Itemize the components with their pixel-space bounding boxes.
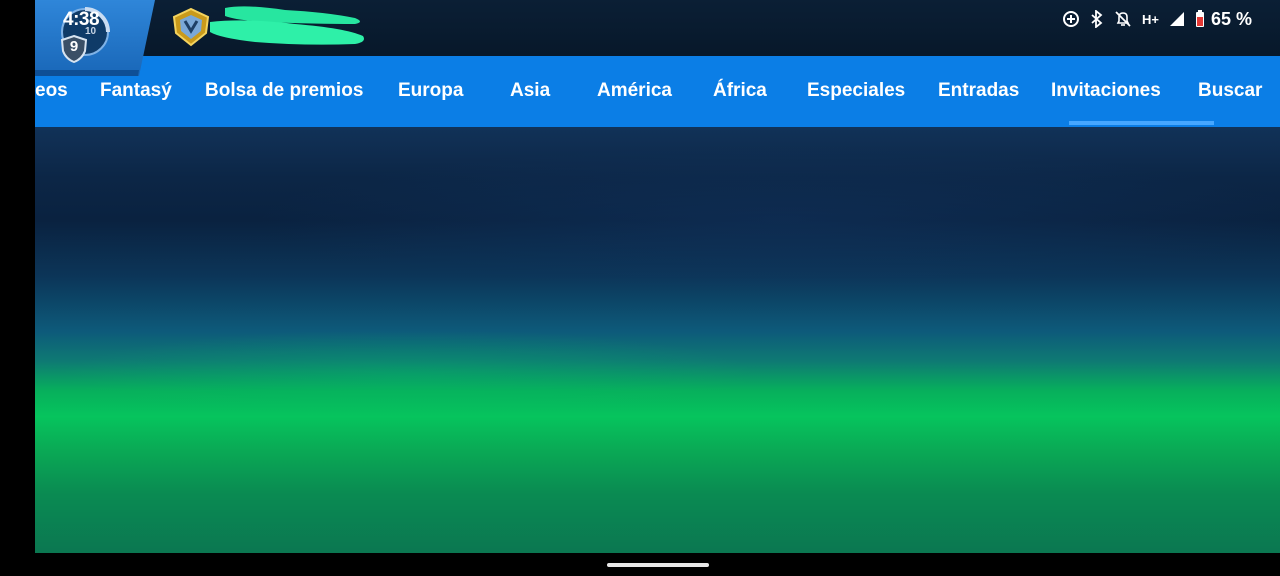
display-cutout [0,0,35,576]
tab-buscar[interactable]: Buscar [1198,80,1262,102]
tab-partial[interactable]: eos [35,80,68,102]
bluetooth-icon [1090,9,1104,29]
home-indicator[interactable] [607,563,709,567]
status-icons: H+ 65 % [1062,8,1252,30]
tab-especiales[interactable]: Especiales [807,80,905,102]
data-saver-icon [1062,9,1080,29]
signal-icon [1169,9,1185,29]
battery-percent: 65 % [1210,8,1252,29]
tab-entradas[interactable]: Entradas [938,80,1019,102]
tab-fantasy[interactable]: Fantasý [100,80,172,102]
tab-invitaciones[interactable]: Invitaciones [1051,80,1161,102]
tab-bolsa-de-premios[interactable]: Bolsa de premios [205,80,363,102]
level-badge: 9 [60,34,88,64]
redacted-username [205,2,370,48]
category-tabs: eos Fantasý Bolsa de premios Europa Asia… [35,56,1280,127]
next-level-number: 10 [85,26,97,37]
battery-icon [1195,9,1205,29]
content-background [35,127,1280,553]
network-type-text: H+ [1141,11,1159,27]
notifications-off-icon [1114,9,1132,29]
tab-africa[interactable]: África [713,80,767,102]
pitch-blur-overlay [35,127,1280,553]
tab-europa[interactable]: Europa [398,80,463,102]
level-number: 9 [69,38,79,55]
tab-america[interactable]: América [597,80,672,102]
app-screen: 4:38 9 10 H+ 65 % eos Fantasý Bolsa de p… [0,0,1280,576]
tab-asia[interactable]: Asia [510,80,550,102]
network-type-label: H+ [1142,9,1159,29]
active-tab-indicator [1069,121,1214,125]
